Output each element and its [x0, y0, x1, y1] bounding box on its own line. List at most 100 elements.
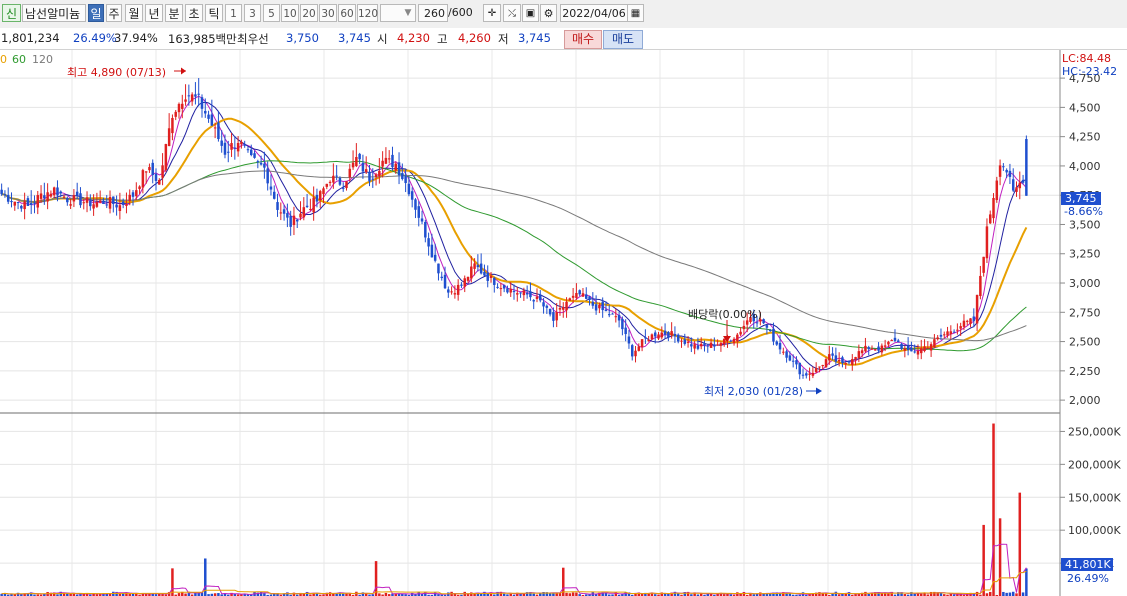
candle-body	[184, 99, 187, 102]
candle-body	[417, 206, 421, 218]
candle-body	[440, 276, 443, 279]
candle-body	[82, 202, 85, 204]
candle-body	[841, 357, 844, 363]
high-annotation: 최고 4,890 (07/13)	[67, 66, 166, 79]
candle-body	[299, 213, 302, 218]
candle-body	[920, 348, 923, 354]
candle-body	[880, 345, 884, 353]
candle-body	[141, 170, 145, 188]
candle-body	[33, 202, 36, 204]
volume-ma20-line	[1, 570, 1027, 595]
volume-bar	[1002, 591, 1005, 596]
candle-body	[332, 175, 335, 183]
current-volume-label: 41,801K	[1065, 558, 1111, 571]
candle-body	[686, 341, 690, 343]
candle-body	[92, 204, 95, 209]
candle-body	[348, 168, 352, 178]
ma120-line	[1, 170, 1027, 342]
candle-body	[818, 366, 821, 368]
candle-body	[75, 191, 79, 196]
candle-body	[719, 343, 723, 346]
candle-body	[562, 307, 565, 310]
candle-body	[177, 103, 181, 113]
candle-body	[857, 351, 861, 359]
volume-bar	[1025, 568, 1028, 596]
candle-body	[956, 329, 959, 331]
volume-bar	[571, 592, 575, 596]
candle-body	[263, 163, 266, 168]
candle-body	[943, 334, 946, 336]
candle-body	[404, 175, 407, 184]
candle-body	[450, 291, 453, 293]
candle-body	[539, 294, 542, 301]
volume-bars	[0, 423, 1028, 596]
candle-body	[305, 205, 309, 207]
candle-body	[828, 354, 831, 361]
candle-body	[187, 95, 191, 97]
candle-body	[62, 196, 66, 198]
hc-label: HC:-23.42	[1062, 65, 1117, 78]
dividend-annotation: 배당락(0.00%)	[688, 308, 762, 321]
candle-body	[939, 334, 943, 337]
ma60-line	[1, 160, 1027, 352]
candle-body	[959, 326, 962, 329]
price-tick-label: 2,000	[1069, 394, 1101, 407]
candle-body	[443, 274, 447, 289]
candle-body	[10, 200, 13, 203]
volume-bar	[998, 518, 1002, 596]
candle-body	[272, 191, 276, 199]
candle-body	[926, 347, 930, 349]
candle-body	[834, 355, 838, 362]
current-change-label: -8.66%	[1064, 205, 1103, 218]
ma20-line	[1, 117, 1028, 366]
price-tick-label: 4,000	[1069, 160, 1101, 173]
candle-body	[325, 183, 329, 187]
candle-body	[1005, 169, 1008, 173]
candle-body	[407, 183, 411, 195]
candlesticks	[0, 78, 1028, 381]
candle-body	[338, 177, 342, 185]
candle-body	[121, 201, 125, 205]
candle-body	[456, 284, 460, 295]
candle-body	[499, 288, 503, 290]
candle-body	[98, 200, 102, 203]
candle-body	[128, 194, 131, 202]
candle-body	[624, 327, 627, 335]
candle-body	[420, 218, 424, 222]
candle-body	[634, 350, 637, 357]
candle-body	[969, 318, 972, 324]
candle-body	[112, 196, 115, 204]
candle-body	[381, 160, 384, 167]
candle-body	[125, 204, 128, 206]
candle-body	[805, 373, 808, 376]
candle-body	[535, 296, 539, 299]
candle-body	[427, 238, 430, 247]
candle-body	[640, 339, 644, 347]
candle-body	[988, 214, 992, 224]
candle-body	[893, 337, 897, 341]
candle-body	[762, 319, 765, 324]
candle-body	[29, 203, 33, 205]
candle-body	[578, 290, 581, 295]
candle-body	[699, 343, 703, 347]
candle-body	[13, 201, 17, 206]
candle-body	[736, 334, 739, 342]
lc-label: LC:84.48	[1062, 52, 1111, 65]
stock-chart[interactable]: 4,7504,5004,2504,0003,7503,5003,2503,000…	[0, 0, 1127, 596]
candle-body	[144, 171, 148, 173]
candle-body	[591, 301, 595, 306]
candle-body	[131, 192, 135, 197]
candle-body	[916, 350, 920, 355]
candle-body	[39, 193, 43, 199]
candle-body	[851, 359, 854, 365]
high-arrow-icon	[181, 67, 186, 75]
candle-body	[864, 345, 867, 352]
candle-body	[795, 360, 798, 365]
volume-tick-label: 250,000K	[1068, 425, 1121, 438]
candle-body	[929, 344, 933, 351]
candle-body	[102, 201, 105, 205]
candle-body	[115, 204, 118, 208]
candle-body	[637, 346, 641, 351]
candle-body	[207, 114, 210, 119]
candle-body	[476, 265, 480, 268]
